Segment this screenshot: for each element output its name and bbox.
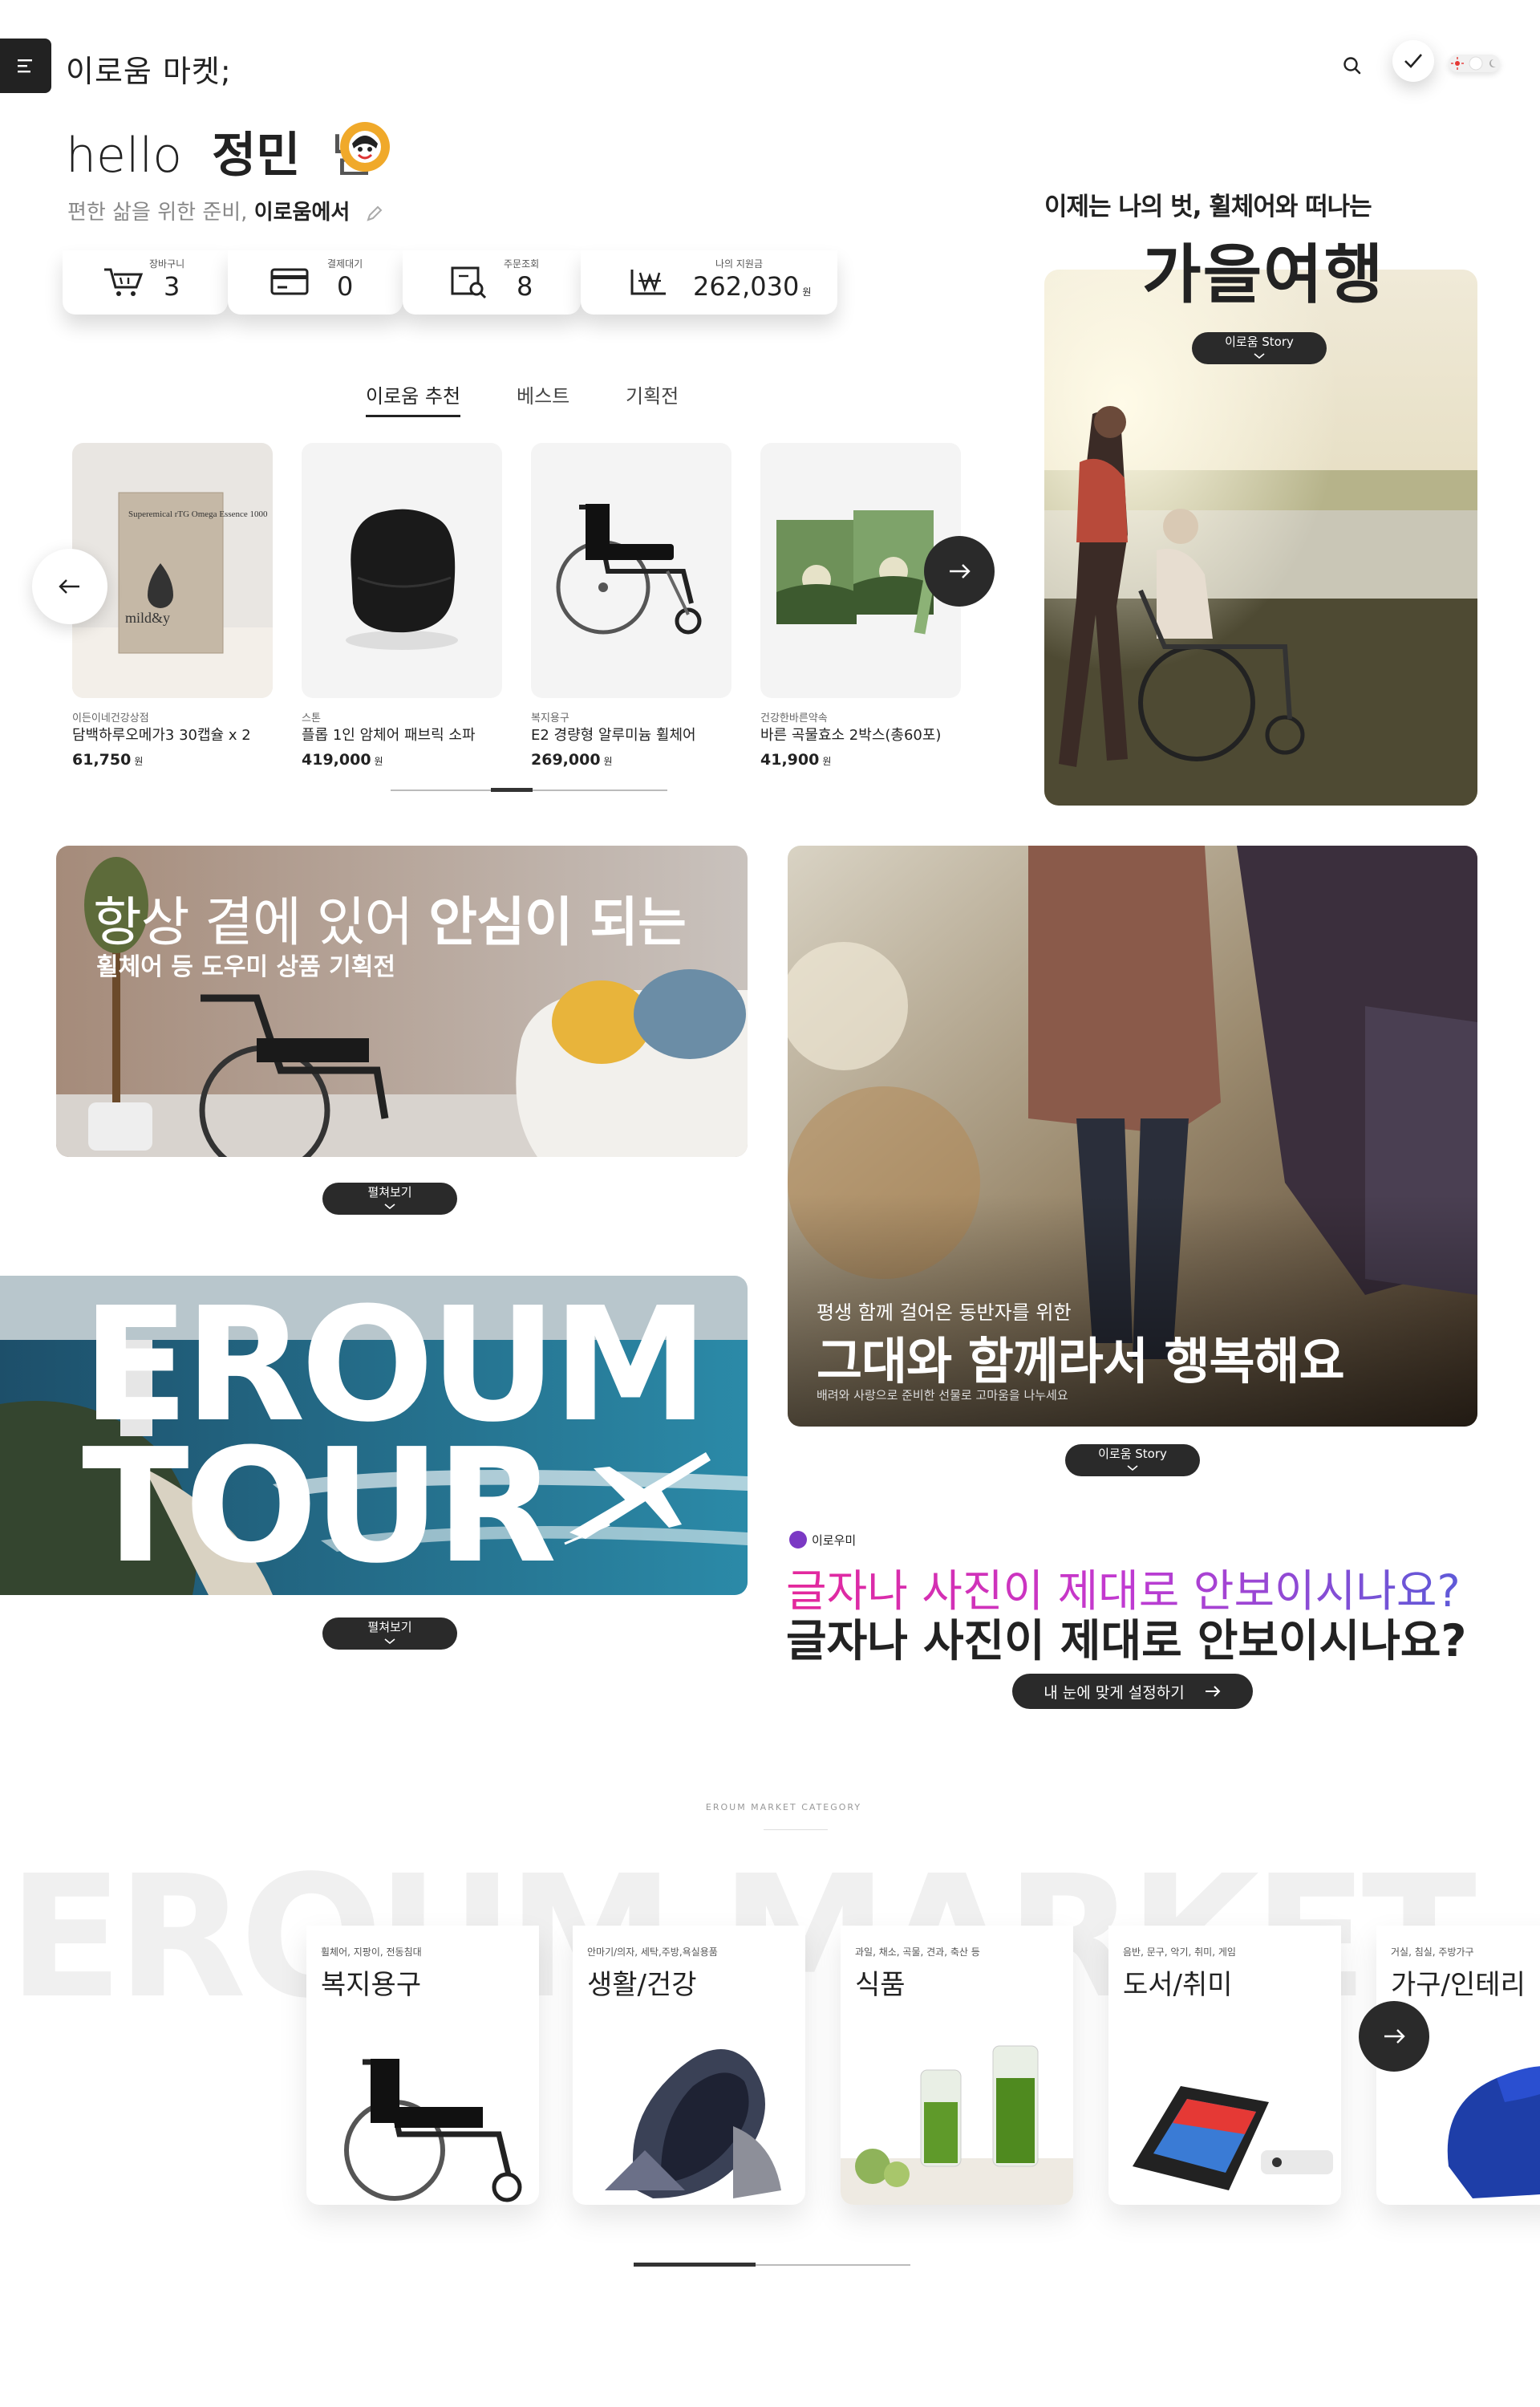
user-name: 정민 (212, 128, 301, 184)
tab-best[interactable]: 베스트 (517, 380, 569, 408)
chevron-down-icon (384, 1638, 395, 1645)
greeting-subtitle: 편한 삶을 위한 준비, 이로움에서 (67, 196, 384, 225)
category-card-food[interactable]: 과일, 채소, 곡물, 견과, 축산 등 식품 (841, 1926, 1073, 2205)
search-icon (1343, 57, 1361, 75)
brand-logo[interactable]: 이로움 마켓; (66, 47, 232, 91)
carousel-scrollbar-thumb[interactable] (491, 788, 533, 792)
wheelchair-banner-title: 항상 곁에 있어 안심이 되는 (93, 891, 687, 953)
won-icon (630, 270, 666, 295)
category-eyebrow: EROUM MARKET CATEGORY (705, 1802, 862, 1812)
avatar-face-icon (349, 131, 381, 163)
avatar[interactable] (340, 122, 390, 172)
wheelchair-banner-subtitle: 휠체어 등 도우미 상품 기획전 (96, 953, 395, 981)
autumn-story-button[interactable]: 이로움 Story (1192, 332, 1327, 364)
carousel-next-button[interactable] (924, 536, 995, 607)
chevron-down-icon (1254, 353, 1265, 359)
check-button[interactable] (1392, 40, 1434, 82)
product-name[interactable]: E2 경량형 알루미늄 휠체어 (531, 724, 696, 745)
carousel-prev-button[interactable] (32, 549, 107, 624)
card-icon (270, 268, 309, 295)
product-price: 419,000 원 (302, 751, 383, 769)
product-category: 복지용구 (531, 712, 569, 725)
toggle-icon (1451, 56, 1496, 71)
product-name[interactable]: 담백하루오메가3 30캡슐 x 2 (72, 724, 251, 745)
tour-expand-button[interactable]: 펼쳐보기 (322, 1618, 457, 1650)
search-button[interactable] (1338, 51, 1367, 80)
category-card-books[interactable]: 음반, 문구, 악기, 취미, 게임 도서/취미 (1108, 1926, 1341, 2205)
walk-banner-title: 그대와 함께라서 행복해요 (817, 1332, 1345, 1390)
cart-icon (104, 268, 144, 296)
toggle-switch[interactable] (1449, 55, 1500, 72)
category-next-button[interactable] (1359, 2001, 1429, 2072)
stat-cart[interactable]: 장바구니 3 (63, 250, 228, 315)
product-category: 스톤 (302, 712, 321, 725)
product-price: 269,000 원 (531, 751, 613, 769)
arrow-right-icon (1384, 2029, 1405, 2044)
greeting-hello: hello 정민 님 (66, 116, 375, 186)
product-box-brand: mild&y (125, 610, 170, 626)
accessibility-settings-button[interactable]: 내 눈에 맞게 설정하기 (1012, 1674, 1253, 1709)
category-card-living[interactable]: 안마기/의자, 세탁,주방,욕실용품 생활/건강 (573, 1926, 805, 2205)
divider (764, 1829, 828, 1830)
edit-pencil-icon[interactable] (365, 204, 384, 223)
order-search-icon (451, 266, 487, 299)
autumn-title-line2: 가을여행 (1142, 237, 1385, 312)
tab-special[interactable]: 기획전 (626, 380, 679, 408)
stat-order[interactable]: 주문조회 8 (403, 250, 581, 315)
product-name[interactable]: 플롭 1인 암체어 패브릭 소파 (302, 724, 476, 745)
stat-payment[interactable]: 결제대기 0 (228, 250, 403, 315)
chevron-down-icon (1127, 1465, 1138, 1471)
category-card-welfare[interactable]: 휠체어, 지팡이, 전동침대 복지용구 (306, 1926, 539, 2205)
category-scrollbar-thumb[interactable] (634, 2263, 756, 2267)
product-category: 건강한바른약속 (760, 712, 828, 725)
arrow-right-icon (950, 564, 971, 578)
eroumi-bold-text: 글자나 사진이 제대로 안보이시나요? (786, 1615, 1467, 1666)
product-image-wheelchair[interactable] (531, 443, 732, 698)
arrow-left-icon (59, 579, 79, 594)
product-box-text: Superemical rTG Omega Essence 1000 (128, 509, 268, 519)
product-category: 이든이네건강상점 (72, 712, 149, 725)
menu-button[interactable] (0, 39, 51, 93)
autumn-title-line1: 이제는 나의 벗, 휠체어와 떠나는 (1044, 193, 1372, 221)
product-price: 41,900 원 (760, 751, 832, 769)
eroumi-logo-icon (789, 1531, 807, 1549)
airplane-icon (564, 1452, 711, 1545)
check-icon (1404, 54, 1422, 68)
walk-banner-caption: 배려와 사랑으로 준비한 선물로 고마움을 나누세요 (817, 1388, 1068, 1402)
product-image-sofa[interactable] (302, 443, 502, 698)
eroumi-badge: 이로우미 (789, 1531, 856, 1549)
wheelchair-expand-button[interactable]: 펼쳐보기 (322, 1183, 457, 1215)
arrow-right-icon (1205, 1686, 1221, 1697)
product-price: 61,750 원 (72, 751, 144, 769)
walk-story-button[interactable]: 이로움 Story (1065, 1444, 1200, 1476)
menu-icon (18, 59, 32, 73)
tour-word-tour: TOUR (82, 1415, 557, 1598)
chevron-down-icon (384, 1204, 395, 1210)
stat-subsidy[interactable]: 나의 지원금 262,030 원 (581, 250, 837, 315)
tab-recommend[interactable]: 이로움 추천 (366, 380, 461, 417)
product-name[interactable]: 바른 곡물효소 2박스(총60포) (760, 724, 941, 745)
